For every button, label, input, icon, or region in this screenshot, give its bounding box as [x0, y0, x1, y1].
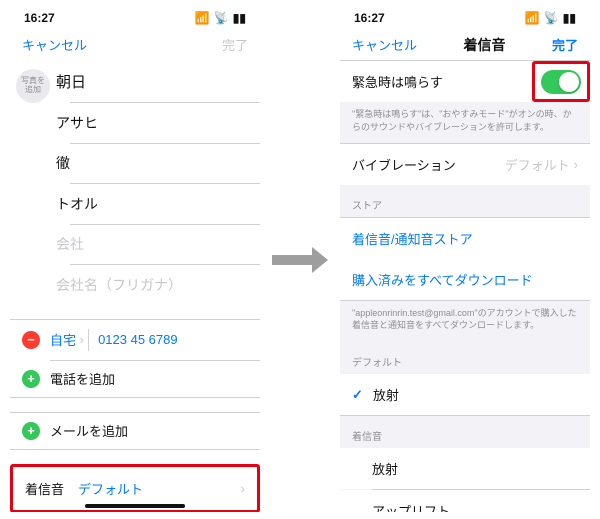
cancel-button[interactable]: キャンセル: [22, 35, 87, 54]
ringtone-option[interactable]: アップリフト: [340, 490, 590, 512]
status-time: 16:27: [354, 11, 385, 25]
nav-bar: キャンセル 完了: [10, 29, 260, 61]
battery-icon: ▮▮: [233, 11, 246, 25]
company-phonetic-field[interactable]: 会社名（フリガナ）: [56, 265, 260, 305]
ringtone-settings-screen: 16:27 📶 📡 ▮▮ キャンセル 着信音 完了 緊急時は鳴らす "緊急時は鳴…: [340, 7, 590, 512]
chevron-right-icon: ›: [241, 481, 245, 496]
store-header: ストア: [340, 185, 590, 217]
plus-icon: +: [22, 370, 40, 388]
vibration-row[interactable]: バイブレーション デフォルト ›: [340, 144, 590, 185]
first-name-field[interactable]: 徹: [56, 143, 260, 183]
contact-edit-screen: 16:27 📶 📡 ▮▮ キャンセル 完了 写真を 追加 朝日 アサヒ 徹 トオ…: [10, 7, 260, 512]
store-note: "appleonrinrin.test@gmail.com"のアカウントで購入し…: [340, 301, 590, 342]
status-bar: 16:27 📶 📡 ▮▮: [10, 7, 260, 29]
status-time: 16:27: [24, 11, 55, 25]
plus-icon: +: [22, 422, 40, 440]
signal-icon: 📶: [195, 11, 210, 25]
checkmark-icon: ✓: [352, 387, 363, 403]
company-field[interactable]: 会社: [56, 224, 260, 264]
phone-value[interactable]: 0123 45 6789: [98, 332, 178, 347]
ringtone-option[interactable]: 放射: [340, 448, 590, 489]
phone-label[interactable]: 自宅: [50, 330, 76, 349]
status-bar: 16:27 📶 📡 ▮▮: [340, 7, 590, 29]
phonetic-last-field[interactable]: アサヒ: [56, 103, 260, 143]
download-all-link[interactable]: 購入済みをすべてダウンロード: [340, 259, 590, 300]
phone-entry-row[interactable]: − 自宅 › 0123 45 6789: [10, 320, 260, 360]
add-photo-button[interactable]: 写真を 追加: [16, 69, 50, 103]
add-phone-button[interactable]: + 電話を追加: [10, 360, 260, 397]
nav-bar: キャンセル 着信音 完了: [340, 29, 590, 61]
phonetic-first-field[interactable]: トオル: [56, 184, 260, 224]
emergency-bypass-toggle[interactable]: [541, 70, 581, 94]
default-ringtone-row[interactable]: ✓ 放射: [340, 374, 590, 415]
arrow-icon: [260, 247, 340, 273]
home-indicator[interactable]: [85, 504, 185, 508]
emergency-note: "緊急時は鳴らす"は、"おやすみモード"がオンの時、からのサウンドやバイブレーシ…: [340, 102, 590, 143]
chevron-right-icon: ›: [574, 157, 578, 172]
emergency-toggle-highlight: [532, 61, 590, 102]
wifi-icon: 📡: [544, 11, 559, 25]
battery-icon: ▮▮: [563, 11, 576, 25]
ringtones-header: 着信音: [340, 416, 590, 448]
chevron-right-icon: ›: [76, 332, 88, 347]
add-mail-button[interactable]: + メールを追加: [10, 412, 260, 449]
cancel-button[interactable]: キャンセル: [352, 35, 417, 54]
emergency-bypass-row: 緊急時は鳴らす: [340, 61, 532, 102]
nav-title: 着信音: [417, 35, 552, 55]
done-button[interactable]: 完了: [552, 35, 578, 54]
done-button[interactable]: 完了: [222, 35, 248, 54]
wifi-icon: 📡: [214, 11, 229, 25]
remove-icon[interactable]: −: [22, 331, 40, 349]
tone-store-link[interactable]: 着信音/通知音ストア: [340, 218, 590, 259]
last-name-field[interactable]: 朝日: [56, 61, 260, 102]
signal-icon: 📶: [525, 11, 540, 25]
default-header: デフォルト: [340, 342, 590, 374]
